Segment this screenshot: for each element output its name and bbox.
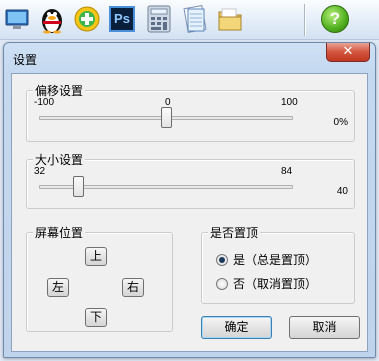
close-button[interactable]: ✕ [326,43,370,62]
360-plus-icon[interactable] [72,3,102,35]
offset-slider-thumb[interactable] [160,107,172,128]
move-up-button[interactable]: 上 [85,247,107,266]
topmost-legend: 是否置顶 [208,224,261,241]
notepad-icon[interactable] [180,3,210,35]
folder-icon[interactable] [215,3,245,35]
cancel-button[interactable]: 取消 [289,316,360,339]
offset-settings-group: 偏移设置 -100 0 100 0% [26,82,355,142]
size-slider-thumb[interactable] [72,176,84,197]
screen-position-group: 屏幕位置 上 左 右 下 [26,224,173,332]
move-down-button[interactable]: 下 [85,308,107,327]
ok-button[interactable]: 确定 [201,316,272,339]
size-min-label: 32 [34,166,46,177]
screen-position-legend: 屏幕位置 [33,224,86,241]
topmost-no-radio[interactable] [216,277,228,290]
help-label: ? [321,5,349,33]
settings-window: 设置 ✕ 偏移设置 -100 0 100 0% 大小设置 32 84 40 屏幕… [3,42,376,358]
size-max-label: 84 [281,166,293,177]
topmost-no-label: 否（取消置顶） [233,277,318,291]
offset-max-label: 100 [281,97,298,108]
dialog-client-area: 偏移设置 -100 0 100 0% 大小设置 32 84 40 屏幕位置 上 … [11,73,368,352]
calculator-icon[interactable] [144,3,174,35]
move-left-button[interactable]: 左 [47,278,69,297]
offset-value: 0% [333,117,348,128]
computer-icon[interactable] [2,3,32,35]
move-right-button[interactable]: 右 [122,278,144,297]
topmost-yes-label: 是（总是置顶） [233,253,318,267]
size-value: 40 [336,186,348,197]
photoshop-icon[interactable]: Ps [107,3,137,35]
taskbar-separator [304,4,306,36]
window-title: 设置 [13,53,38,67]
topmost-yes-option[interactable]: 是（总是置顶） [216,251,317,268]
photoshop-label: Ps [109,6,135,32]
topmost-no-option[interactable]: 否（取消置顶） [216,275,317,292]
taskbar: Ps ? [0,0,379,40]
qq-penguin-icon[interactable] [37,3,67,35]
help-icon[interactable]: ? [320,3,350,35]
topmost-yes-radio[interactable] [216,253,228,266]
offset-min-label: -100 [34,97,55,108]
topmost-group: 是否置顶 是（总是置顶） 否（取消置顶） [201,224,355,304]
size-settings-group: 大小设置 32 84 40 [26,151,355,209]
